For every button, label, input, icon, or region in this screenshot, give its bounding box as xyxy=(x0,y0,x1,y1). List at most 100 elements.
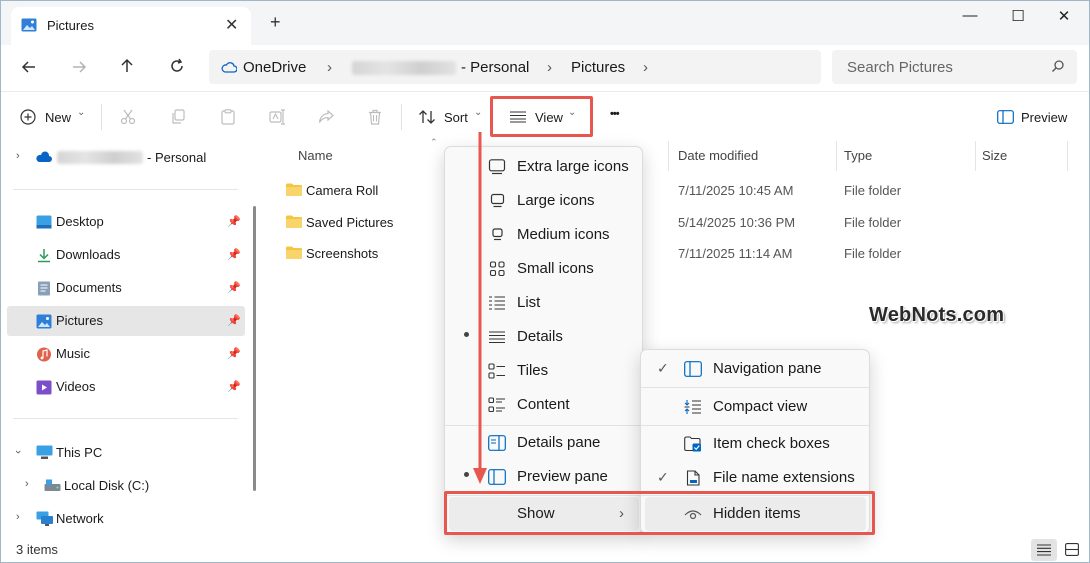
item-check-boxes-icon xyxy=(684,436,701,452)
pin-icon[interactable]: 📌 xyxy=(227,281,241,294)
close-window-button[interactable]: ✕ xyxy=(1049,7,1079,25)
menu-divider xyxy=(641,387,869,388)
sidebar-item-music[interactable]: Music 📌 xyxy=(7,339,245,369)
sidebar-item-label: Videos xyxy=(56,379,96,394)
maximize-button[interactable]: ☐ xyxy=(1003,7,1033,25)
sidebar-item-downloads[interactable]: Downloads 📌 xyxy=(7,240,245,270)
sidebar-item-local-disk[interactable]: Local Disk (C:) xyxy=(64,478,149,493)
column-divider[interactable] xyxy=(975,141,976,171)
pin-icon[interactable]: 📌 xyxy=(227,248,241,261)
menu-item-label: Large icons xyxy=(517,192,595,209)
tab-pictures[interactable]: Pictures ✕ xyxy=(11,7,251,45)
delete-icon[interactable] xyxy=(367,109,383,125)
documents-icon xyxy=(38,281,50,296)
small-icons-icon xyxy=(489,261,505,277)
column-divider[interactable] xyxy=(836,141,837,171)
preview-button[interactable]: Preview xyxy=(1021,110,1067,125)
new-button[interactable]: New xyxy=(45,110,71,125)
onedrive-cloud-icon xyxy=(36,151,52,162)
breadcrumb-personal[interactable]: - Personal xyxy=(461,59,529,76)
rename-icon[interactable] xyxy=(269,109,285,125)
forward-arrow-icon[interactable] xyxy=(71,59,87,75)
back-arrow-icon[interactable] xyxy=(21,59,37,75)
share-icon[interactable] xyxy=(318,109,334,125)
desktop-icon xyxy=(36,215,52,229)
sidebar-item-documents[interactable]: Documents 📌 xyxy=(7,273,245,303)
breadcrumb-separator[interactable]: › xyxy=(547,59,552,76)
menu-item-navigation-pane[interactable]: ✓ Navigation pane xyxy=(641,352,869,386)
file-type: File folder xyxy=(844,183,902,198)
column-header-date[interactable]: Date modified xyxy=(678,148,758,163)
column-header-size[interactable]: Size xyxy=(982,148,1007,163)
breadcrumb-onedrive[interactable]: OneDrive xyxy=(243,59,306,76)
search-input[interactable]: Search Pictures xyxy=(847,59,953,76)
menu-item-file-name-extensions[interactable]: ✓ File name extensions xyxy=(641,461,869,495)
column-header-type[interactable]: Type xyxy=(844,148,872,163)
sidebar-item-onedrive-personal[interactable]: - Personal xyxy=(147,150,206,165)
extra-large-icons-icon xyxy=(488,159,506,175)
menu-item-item-check-boxes[interactable]: Item check boxes xyxy=(641,427,869,461)
collapse-chevron-icon[interactable]: › xyxy=(12,450,24,454)
sort-icon[interactable] xyxy=(418,109,436,125)
column-divider[interactable] xyxy=(1067,141,1068,171)
sidebar-item-pictures[interactable]: Pictures 📌 xyxy=(7,306,245,336)
menu-item-label: Medium icons xyxy=(517,226,610,243)
search-box[interactable]: Search Pictures xyxy=(832,50,1077,84)
navigation-pane: › - Personal Desktop 📌 Downloads 📌 Docum… xyxy=(1,141,259,536)
tab-close-icon[interactable]: ✕ xyxy=(225,15,238,35)
address-field[interactable]: OneDrive › - Personal › Pictures › xyxy=(209,50,821,84)
preview-pane-icon[interactable] xyxy=(997,110,1014,124)
menu-item-label: Details pane xyxy=(517,434,601,451)
copy-icon[interactable] xyxy=(170,109,186,125)
expand-chevron-icon[interactable]: › xyxy=(25,478,29,490)
sidebar-scrollbar[interactable] xyxy=(253,206,256,491)
details-view-toggle[interactable] xyxy=(1031,539,1057,561)
sidebar-item-this-pc[interactable]: This PC xyxy=(56,445,102,460)
pin-icon[interactable]: 📌 xyxy=(227,380,241,393)
status-bar: 3 items xyxy=(1,536,1089,562)
pin-icon[interactable]: 📌 xyxy=(227,215,241,228)
sidebar-item-network[interactable]: Network xyxy=(56,511,104,526)
list-view-icon xyxy=(489,296,505,310)
sidebar-item-videos[interactable]: Videos 📌 xyxy=(7,372,245,402)
file-date: 5/14/2025 10:36 PM xyxy=(678,215,796,230)
sidebar-item-label: Desktop xyxy=(56,214,104,229)
large-icons-icon xyxy=(490,193,505,208)
refresh-icon[interactable] xyxy=(169,58,185,74)
menu-item-compact-view[interactable]: Compact view xyxy=(641,390,869,424)
details-view-icon xyxy=(489,331,505,344)
pin-icon[interactable]: 📌 xyxy=(227,314,241,327)
new-plus-icon[interactable] xyxy=(20,109,36,125)
pin-icon[interactable]: 📌 xyxy=(227,347,241,360)
expand-chevron-icon[interactable]: › xyxy=(16,511,20,523)
cut-icon[interactable] xyxy=(120,109,136,125)
expand-chevron-icon[interactable]: › xyxy=(16,150,20,162)
webnots-watermark: WebNots.com xyxy=(869,304,1005,326)
file-name: Camera Roll xyxy=(306,183,379,198)
sort-button[interactable]: Sort xyxy=(444,110,468,125)
sidebar-item-label: Documents xyxy=(56,280,122,295)
sidebar-item-desktop[interactable]: Desktop 📌 xyxy=(7,207,245,237)
new-chevron-icon[interactable]: ⌄ xyxy=(77,107,85,118)
breadcrumb-separator[interactable]: › xyxy=(643,59,648,76)
file-type: File folder xyxy=(844,215,902,230)
column-header-name[interactable]: Name xyxy=(298,148,333,163)
videos-icon xyxy=(36,380,52,395)
paste-icon[interactable] xyxy=(220,109,236,125)
column-divider[interactable] xyxy=(668,141,669,171)
breadcrumb-separator[interactable]: › xyxy=(327,59,332,76)
sort-chevron-icon[interactable]: ⌄ xyxy=(474,107,482,118)
minimize-button[interactable]: — xyxy=(955,7,985,24)
up-arrow-icon[interactable] xyxy=(119,58,135,74)
blurred-account-name xyxy=(352,61,456,75)
music-icon xyxy=(37,347,51,362)
new-tab-button[interactable]: + xyxy=(270,13,281,31)
sidebar-item-label: Music xyxy=(56,346,90,361)
search-icon xyxy=(1052,60,1064,72)
address-bar-row: OneDrive › - Personal › Pictures › Searc… xyxy=(1,45,1089,91)
menu-item-label: Preview pane xyxy=(517,468,608,485)
tiles-view-toggle[interactable] xyxy=(1059,539,1085,561)
breadcrumb-pictures[interactable]: Pictures xyxy=(571,59,625,76)
menu-item-label: Compact view xyxy=(713,398,808,415)
see-more-button[interactable]: ••• xyxy=(610,108,620,120)
